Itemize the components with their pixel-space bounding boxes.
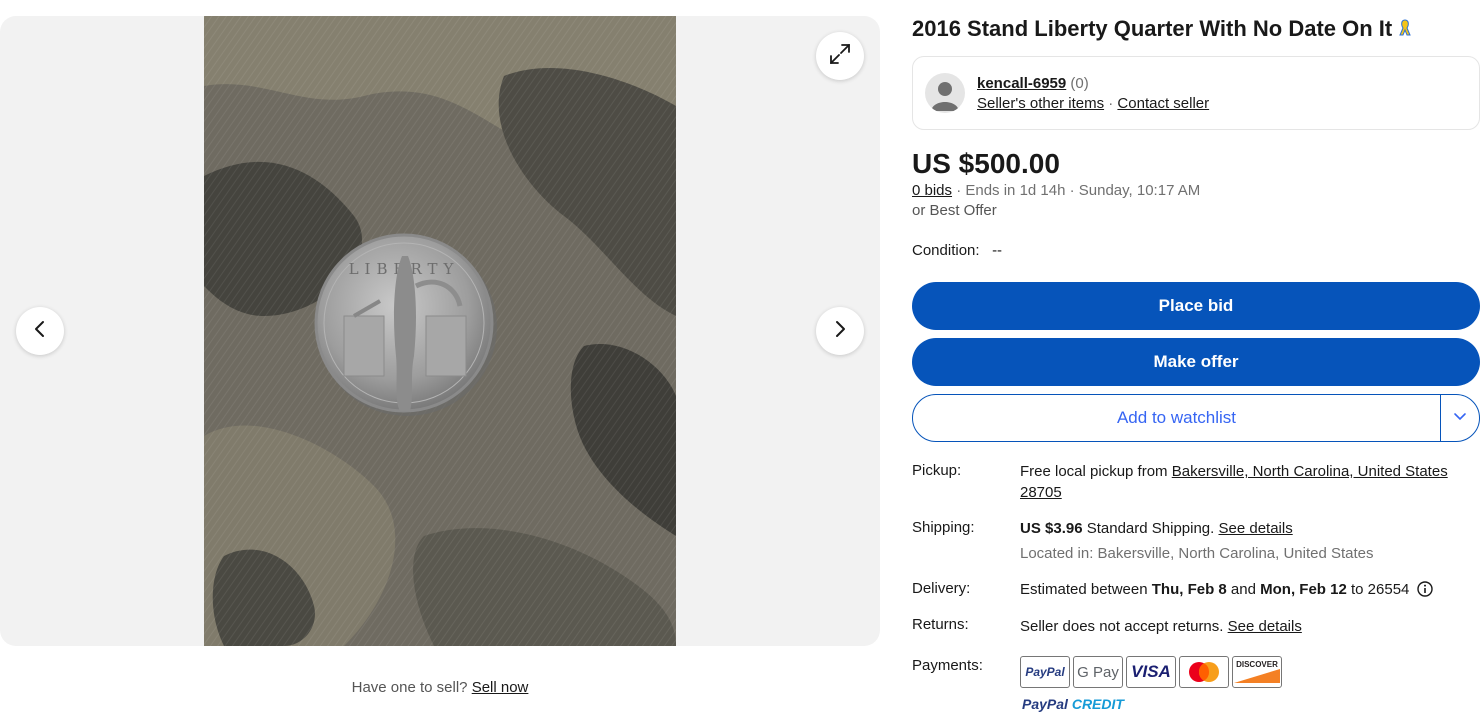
shipping-price: US $3.96	[1020, 520, 1083, 537]
sell-prompt: Have one to sell? Sell now	[0, 679, 880, 696]
info-icon[interactable]	[1414, 581, 1433, 598]
sell-prompt-text: Have one to sell?	[351, 679, 468, 696]
visa-icon: VISA	[1126, 656, 1176, 688]
google-pay-icon: G Pay	[1073, 656, 1123, 688]
pickup-value: Free local pickup from Bakersville, Nort…	[1020, 461, 1480, 503]
shipping-method: Standard Shipping.	[1086, 520, 1215, 537]
shipping-value: US $3.96 Standard Shipping. See details	[1020, 518, 1480, 539]
seller-feedback-score: (0)	[1070, 75, 1089, 92]
condition-value: --	[992, 242, 1003, 259]
delivery-prefix: Estimated between	[1020, 581, 1148, 598]
chevron-down-icon	[1453, 409, 1467, 428]
bid-info: 0 bids · Ends in 1d 14h · Sunday, 10:17 …	[912, 182, 1200, 199]
place-bid-button[interactable]: Place bid	[912, 282, 1480, 330]
seller-card: kencall-6959 (0) Seller's other items · …	[912, 56, 1480, 130]
returns-details-link[interactable]: See details	[1228, 618, 1302, 635]
paypal-icon: PayPal	[1020, 656, 1070, 688]
seller-links-separator: ·	[1108, 95, 1114, 112]
returns-label: Returns:	[912, 616, 969, 633]
awareness-ribbon-icon	[1398, 16, 1412, 41]
seller-name-line: kencall-6959 (0)	[977, 75, 1089, 92]
auction-end-time: · Ends in 1d 14h · Sunday, 10:17 AM	[956, 182, 1201, 199]
delivery-start-date: Thu, Feb 8	[1151, 581, 1227, 598]
seller-name-link[interactable]: kencall-6959	[977, 75, 1066, 92]
watchlist-control: Add to watchlist	[912, 394, 1480, 442]
payments-label: Payments:	[912, 657, 983, 674]
next-image-button[interactable]	[816, 307, 864, 355]
item-location: Located in: Bakersville, North Carolina,…	[1020, 545, 1374, 562]
seller-links: Seller's other items · Contact seller	[977, 95, 1209, 112]
seller-other-items-link[interactable]: Seller's other items	[977, 95, 1104, 112]
listing-title: 2016 Stand Liberty Quarter With No Date …	[912, 16, 1412, 42]
condition-row: Condition: --	[912, 242, 1002, 259]
previous-image-button[interactable]	[16, 307, 64, 355]
paypal-credit-icon: PayPal CREDIT	[1022, 696, 1124, 712]
current-price: US $500.00	[912, 148, 1060, 179]
pickup-label: Pickup:	[912, 462, 962, 479]
listing-photo[interactable]: LIBERTY	[204, 16, 676, 646]
delivery-value: Estimated between Thu, Feb 8 and Mon, Fe…	[1020, 579, 1480, 600]
shipping-details-link[interactable]: See details	[1219, 520, 1293, 537]
best-offer-note: or Best Offer	[912, 202, 997, 219]
bids-link[interactable]: 0 bids	[912, 182, 952, 199]
discover-icon: DISCOVER	[1232, 656, 1282, 688]
chevron-right-icon	[830, 319, 850, 344]
make-offer-button[interactable]: Make offer	[912, 338, 1480, 386]
payment-methods: PayPal G Pay VISA DISCOVER	[1020, 656, 1282, 688]
chevron-left-icon	[30, 319, 50, 344]
contact-seller-link[interactable]: Contact seller	[1117, 95, 1209, 112]
delivery-end-date: Mon, Feb 12	[1260, 581, 1347, 598]
watchlist-dropdown-button[interactable]	[1441, 395, 1479, 441]
returns-value: Seller does not accept returns. See deta…	[1020, 616, 1480, 637]
expand-icon	[828, 42, 852, 71]
delivery-and: and	[1230, 581, 1256, 598]
avatar[interactable]	[925, 73, 965, 113]
mastercard-icon	[1179, 656, 1229, 688]
returns-text: Seller does not accept returns.	[1020, 618, 1224, 635]
sell-now-link[interactable]: Sell now	[472, 679, 529, 696]
add-to-watchlist-button[interactable]: Add to watchlist	[913, 395, 1440, 441]
shipping-label: Shipping:	[912, 519, 975, 536]
condition-label: Condition:	[912, 242, 980, 259]
pickup-prefix: Free local pickup from	[1020, 463, 1168, 480]
delivery-label: Delivery:	[912, 580, 971, 597]
image-gallery: LIBERTY	[0, 16, 880, 646]
listing-title-text: 2016 Stand Liberty Quarter With No Date …	[912, 16, 1393, 41]
delivery-zip: to 26554	[1350, 581, 1410, 598]
expand-image-button[interactable]	[816, 32, 864, 80]
